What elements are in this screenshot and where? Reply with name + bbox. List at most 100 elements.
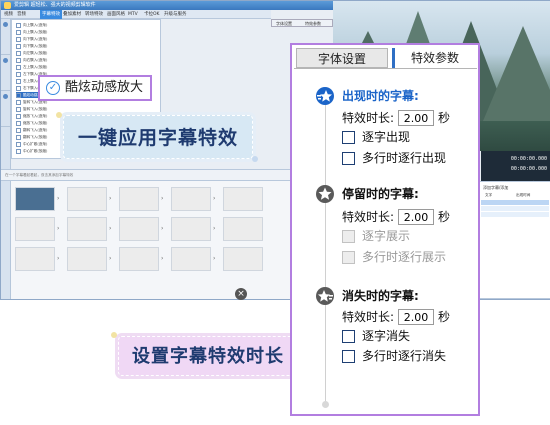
time-elapsed: 00:00:00.000 — [510, 156, 547, 162]
menu-item-video[interactable]: 视频 — [4, 10, 13, 19]
checkbox-line-by-line-exit[interactable] — [342, 350, 355, 363]
clip-slot[interactable] — [171, 187, 211, 211]
duration-label-appear: 特效时长: — [342, 111, 395, 125]
tab-separator — [392, 48, 395, 68]
list-item[interactable]: 翻转飞入(放缩) — [16, 134, 47, 140]
player-time-bar: 00:00:00.000 00:00:00.000 — [481, 151, 550, 181]
clip-slot[interactable] — [119, 187, 159, 211]
decoration-dot — [252, 156, 258, 162]
list-item[interactable]: 缩放飞入(逐渐) — [16, 113, 47, 119]
list-item[interactable]: 向上飘入(逐渐) — [16, 22, 47, 28]
subtitle-table-title: 添加字幕/添加 — [483, 185, 509, 190]
clip-slot[interactable] — [67, 187, 107, 211]
table-row[interactable] — [481, 206, 549, 211]
clip-slot[interactable] — [171, 217, 211, 241]
tab-effect-params[interactable]: 特效参数 — [396, 48, 474, 68]
checkbox-label: 多行时逐行展示 — [362, 250, 447, 264]
side-tab-stay[interactable] — [1, 55, 11, 91]
clip-slot[interactable] — [15, 247, 55, 271]
checkbox-line-by-line-appear[interactable] — [342, 152, 355, 165]
duration-label-stay: 特效时长: — [342, 210, 395, 224]
clip-slot[interactable] — [67, 217, 107, 241]
section-title-stay: 停留时的字幕: — [342, 187, 419, 201]
checkbox-label: 多行时逐行出现 — [362, 151, 447, 165]
check-circle-icon: ✓ — [46, 81, 60, 95]
menu-item-transition[interactable]: 转场特效 — [85, 10, 103, 19]
mini-tab-font[interactable]: 字体设置 — [276, 20, 292, 27]
menu-item-audio[interactable]: 音频 — [17, 10, 26, 19]
menu-item-mtv[interactable]: MTV — [128, 10, 138, 19]
list-item[interactable]: 旋转飞入(放缩) — [16, 106, 47, 112]
star-stay-icon — [316, 185, 334, 203]
menu-item-overlay[interactable]: 叠加素材 — [63, 10, 81, 19]
checkbox-char-by-char-appear[interactable] — [342, 131, 355, 144]
arrow-right-icon: › — [213, 255, 216, 262]
highlighted-effect-label: 酷炫动感放大 — [65, 80, 144, 95]
app-title: 爱剪辑 超轻松、强大的视频剪辑软件 — [14, 2, 96, 8]
section-title-appear: 出现时的字幕: — [342, 89, 419, 103]
list-item[interactable]: 向下飘入(放缩) — [16, 43, 47, 49]
menu-item-style[interactable]: 画面风格 — [107, 10, 125, 19]
clip-slot[interactable] — [171, 247, 211, 271]
arrow-right-icon: › — [161, 225, 164, 232]
timeline-end-dot — [322, 401, 329, 408]
arrow-right-icon: › — [161, 255, 164, 262]
bottom-hint: 在一个字幕看起看起，双击其添加字幕特效 — [5, 173, 74, 177]
arrow-right-icon: › — [57, 255, 60, 262]
clip-slot[interactable] — [223, 217, 263, 241]
list-item[interactable]: 向右飘入(逐渐) — [16, 57, 47, 63]
highlighted-effect-item[interactable]: ✓ 酷炫动感放大 — [38, 75, 152, 101]
clip-thumbnail[interactable] — [15, 187, 55, 211]
duration-input-appear[interactable] — [398, 110, 434, 126]
clip-slot[interactable] — [119, 217, 159, 241]
promo-banner-top: 一键应用字幕特效 — [63, 115, 253, 159]
menu-bar: 视频 音频 字幕特效 叠加素材 转场特效 画面风格 MTV 卡拉OK 升级与服务 — [1, 10, 271, 19]
settings-tab-bar: 字体设置 特效参数 — [294, 47, 477, 69]
checkbox-label: 逐字消失 — [362, 329, 411, 343]
time-total: 00:00:00.000 — [510, 166, 547, 172]
side-tab-appear[interactable] — [1, 19, 11, 55]
tab-font-settings[interactable]: 字体设置 — [296, 48, 388, 68]
list-item[interactable]: 向上飘入(放缩) — [16, 29, 47, 35]
decoration-dot — [56, 112, 62, 118]
promo-screenshot: 爱剪辑 超轻松、强大的视频剪辑软件 视频 音频 字幕特效 叠加素材 转场特效 画… — [0, 0, 550, 425]
table-row[interactable] — [481, 212, 549, 217]
list-item[interactable]: 中心扩散(放缩) — [16, 148, 47, 154]
clip-slot[interactable] — [67, 247, 107, 271]
arrow-right-icon: › — [57, 225, 60, 232]
list-item[interactable]: 向左飘入(放缩) — [16, 50, 47, 56]
list-item[interactable]: 向下飘入(逐渐) — [16, 36, 47, 42]
list-item[interactable]: 缩放飞入(放缩) — [16, 120, 47, 126]
menu-item-upgrade[interactable]: 升级与服务 — [164, 10, 187, 19]
list-item[interactable]: 左上飘入(放缩) — [16, 64, 47, 70]
star-enter-icon — [316, 87, 334, 105]
clip-slot[interactable] — [223, 187, 263, 211]
duration-input-stay[interactable] — [398, 209, 434, 225]
checkbox-label: 多行时逐行消失 — [362, 349, 447, 363]
duration-input-exit[interactable] — [398, 309, 434, 325]
promo-banner-bottom: 设置字幕特效时长 — [118, 336, 298, 376]
clip-slot[interactable] — [15, 217, 55, 241]
checkbox-char-by-char-stay[interactable] — [342, 230, 355, 243]
mini-tab-effect[interactable]: 特效参数 — [305, 20, 321, 27]
clip-slot[interactable] — [119, 247, 159, 271]
close-icon[interactable]: × — [235, 288, 247, 300]
preview-tab-strip: 字体设置 特效参数 — [271, 19, 333, 27]
menu-item-karaoke[interactable]: 卡拉OK — [144, 10, 160, 19]
duration-unit-appear: 秒 — [438, 111, 451, 125]
bottom-toolbar: 在一个字幕看起看起，双击其添加字幕特效 — [1, 169, 291, 181]
list-item[interactable]: 翻转飞入(逐渐) — [16, 127, 47, 133]
clip-slot[interactable] — [223, 247, 263, 271]
column-header-time: 出现时间 — [516, 193, 531, 197]
list-item[interactable]: 中心扩散(逐渐) — [16, 141, 47, 147]
menu-item-subtitle-effects[interactable]: 字幕特效 — [40, 10, 62, 19]
checkbox-label: 逐字展示 — [362, 229, 411, 243]
checkbox-line-by-line-stay[interactable] — [342, 251, 355, 264]
duration-unit-exit: 秒 — [438, 310, 451, 324]
table-row[interactable] — [481, 200, 549, 205]
checkbox-char-by-char-exit[interactable] — [342, 330, 355, 343]
checkbox-label: 逐字出现 — [362, 130, 411, 144]
promo-banner-bottom-text: 设置字幕特效时长 — [132, 346, 284, 367]
arrow-right-icon: › — [161, 195, 164, 202]
side-tab-exit[interactable] — [1, 91, 11, 127]
